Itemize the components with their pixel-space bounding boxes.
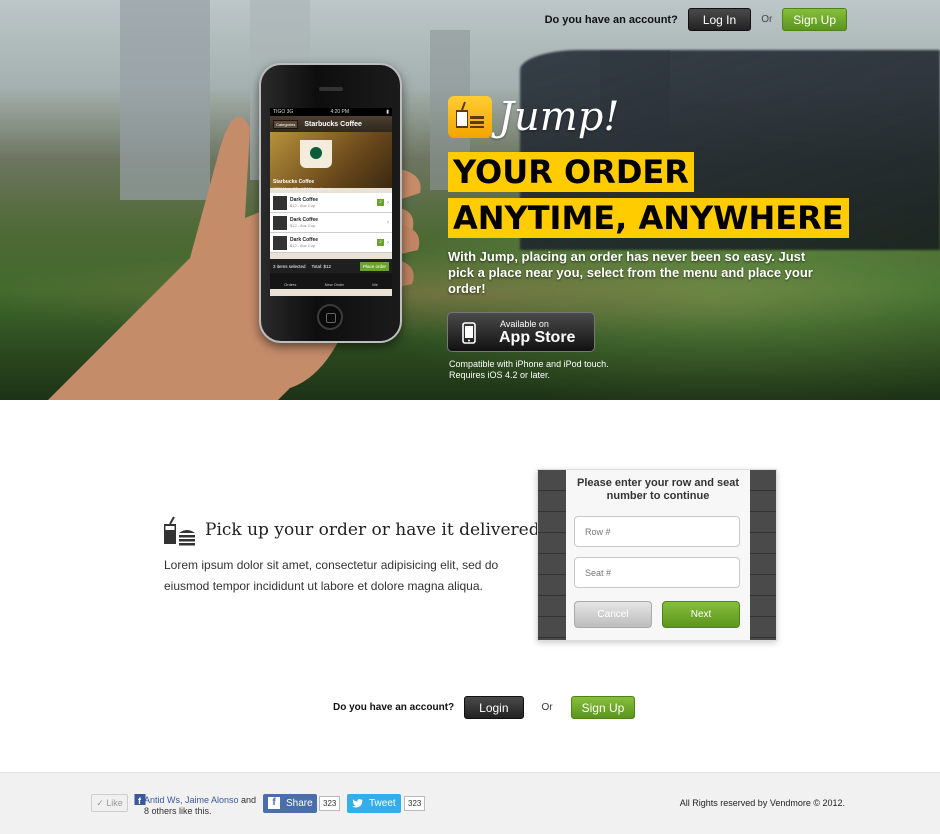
- feature-title: Pick up your order or have it delivered: [205, 520, 540, 540]
- drink-food-icon: [448, 96, 492, 138]
- seat-prompt: Please enter your row and seat number to…: [576, 477, 739, 502]
- check-icon: ✓: [96, 798, 104, 808]
- seat-dialog-screenshot: Please enter your row and seat number to…: [537, 469, 777, 641]
- tab-orders: Orders: [284, 282, 297, 287]
- headline-line2: ANYTIME, ANYWHERE: [448, 198, 849, 238]
- store-banner: Starbucks Coffee 1234 Main ST - 124 Menu…: [270, 132, 392, 191]
- tab-me: Me: [372, 282, 378, 287]
- signup-button[interactable]: Sign Up: [782, 8, 847, 31]
- logo-name: Jump!: [498, 94, 620, 140]
- iphone-mockup: TIGO 3G 4:20 PM ▮ Categories Starbucks C…: [259, 63, 402, 343]
- seat-field[interactable]: [574, 557, 740, 588]
- tweet-label: Tweet: [369, 798, 396, 809]
- or-label: Or: [541, 702, 553, 713]
- like-label: Like: [106, 798, 123, 808]
- item-qty-badge: 2: [377, 199, 384, 206]
- item-sub: $12 - 8oz Cup: [290, 202, 316, 208]
- summary-count: 3 items selected: [273, 263, 306, 269]
- item-sub: $12 - 8oz Cup: [290, 242, 316, 248]
- phone-speaker: [319, 87, 343, 91]
- time-label: 4:20 PM: [330, 109, 350, 115]
- coffee-cup-image: [300, 140, 332, 168]
- item-thumbnail: [273, 215, 287, 230]
- hero-description: With Jump, placing an order has never be…: [448, 249, 813, 296]
- login-button[interactable]: Log In: [687, 8, 752, 31]
- item-qty-badge: 2: [377, 239, 384, 246]
- twitter-icon: [352, 799, 363, 808]
- phone-screen: TIGO 3G 4:20 PM ▮ Categories Starbucks C…: [270, 108, 392, 296]
- menu-item: Dark Coffee $12 - 8oz Cup 2 ›: [270, 233, 392, 253]
- item-sub: $12 - 8oz Cup: [290, 222, 316, 228]
- chevron-right-icon: ›: [387, 199, 389, 206]
- like-names-link[interactable]: Antid Ws, Jaime Alonso: [144, 795, 239, 805]
- iphone-icon: [462, 322, 476, 344]
- home-button: [317, 304, 343, 330]
- brand-logo[interactable]: Jump!: [448, 94, 619, 140]
- appstore-small-text: Available on: [500, 319, 549, 329]
- facebook-icon: f: [268, 797, 280, 809]
- feature-text: Lorem ipsum dolor sit amet, consectetur …: [164, 558, 499, 593]
- share-label: Share: [286, 798, 313, 809]
- drink-burger-icon: [164, 516, 195, 546]
- signup-button[interactable]: Sign Up: [570, 696, 636, 719]
- account-question: Do you have an account?: [544, 13, 678, 26]
- like-text: Antid Ws, Jaime Alonso and 8 others like…: [144, 795, 258, 817]
- summary-total: Total: $12: [311, 263, 332, 269]
- compatibility-note: Compatible with iPhone and iPod touch. R…: [449, 359, 609, 381]
- item-thumbnail: [273, 235, 287, 250]
- order-summary-bar: 3 items selected Total: $12 Place order: [270, 259, 392, 273]
- tweet-button[interactable]: Tweet: [347, 794, 401, 813]
- chevron-right-icon: ›: [387, 219, 389, 226]
- cancel-button[interactable]: Cancel: [574, 601, 652, 628]
- tweet-count: 323: [404, 796, 426, 811]
- header-auth: Do you have an account? Log In Or Sign U…: [545, 8, 847, 31]
- place-order-button: Place order: [359, 261, 389, 271]
- like-button[interactable]: ✓ Like: [91, 794, 128, 812]
- phone-nav-title: Starbucks Coffee: [304, 120, 362, 128]
- tab-new-order: New Order: [324, 282, 344, 287]
- phone-status-bar: TIGO 3G 4:20 PM ▮: [270, 108, 392, 116]
- row-field[interactable]: [574, 516, 740, 547]
- compat-line2: Requires iOS 4.2 or later.: [449, 370, 551, 380]
- footer: ✓ Like f Antid Ws, Jaime Alonso and 8 ot…: [0, 772, 940, 834]
- app-store-button[interactable]: Available on App Store: [447, 312, 595, 352]
- copyright-text: All Rights reserved by Vendmore © 2012.: [679, 798, 845, 808]
- mid-auth: Do you have an account? Login Or Sign Up: [333, 696, 636, 719]
- next-button[interactable]: Next: [662, 601, 740, 628]
- facebook-share-button[interactable]: f Share: [263, 794, 317, 813]
- list-strip-right: [748, 470, 776, 640]
- appstore-big-text: App Store: [499, 329, 576, 346]
- or-label: Or: [761, 14, 773, 25]
- banner-title: Starbucks Coffee: [273, 179, 315, 185]
- banner-subtitle: 1234 Main ST - 124 Menu items: [273, 186, 330, 191]
- menu-item: Dark Coffee $12 - 8oz Cup ›: [270, 213, 392, 233]
- chevron-right-icon: ›: [387, 239, 389, 246]
- list-strip-left: [538, 470, 566, 640]
- account-question: Do you have an account?: [333, 702, 455, 713]
- hero-section: TIGO 3G 4:20 PM ▮ Categories Starbucks C…: [0, 0, 940, 400]
- carrier-label: TIGO 3G: [273, 109, 294, 115]
- compat-line1: Compatible with iPhone and iPod touch.: [449, 359, 609, 369]
- phone-tab-bar: Orders New Order Me: [270, 273, 392, 289]
- login-button[interactable]: Login: [464, 696, 524, 719]
- headline-line1: YOUR ORDER: [448, 152, 694, 192]
- battery-icon: ▮: [386, 109, 389, 115]
- categories-button: Categories: [273, 119, 299, 129]
- seat-dialog-panel: Please enter your row and seat number to…: [566, 470, 750, 640]
- phone-nav-bar: Categories Starbucks Coffee: [270, 116, 392, 132]
- share-count: 323: [319, 796, 341, 811]
- item-thumbnail: [273, 195, 287, 210]
- menu-item: Dark Coffee $12 - 8oz Cup 2 ›: [270, 193, 392, 213]
